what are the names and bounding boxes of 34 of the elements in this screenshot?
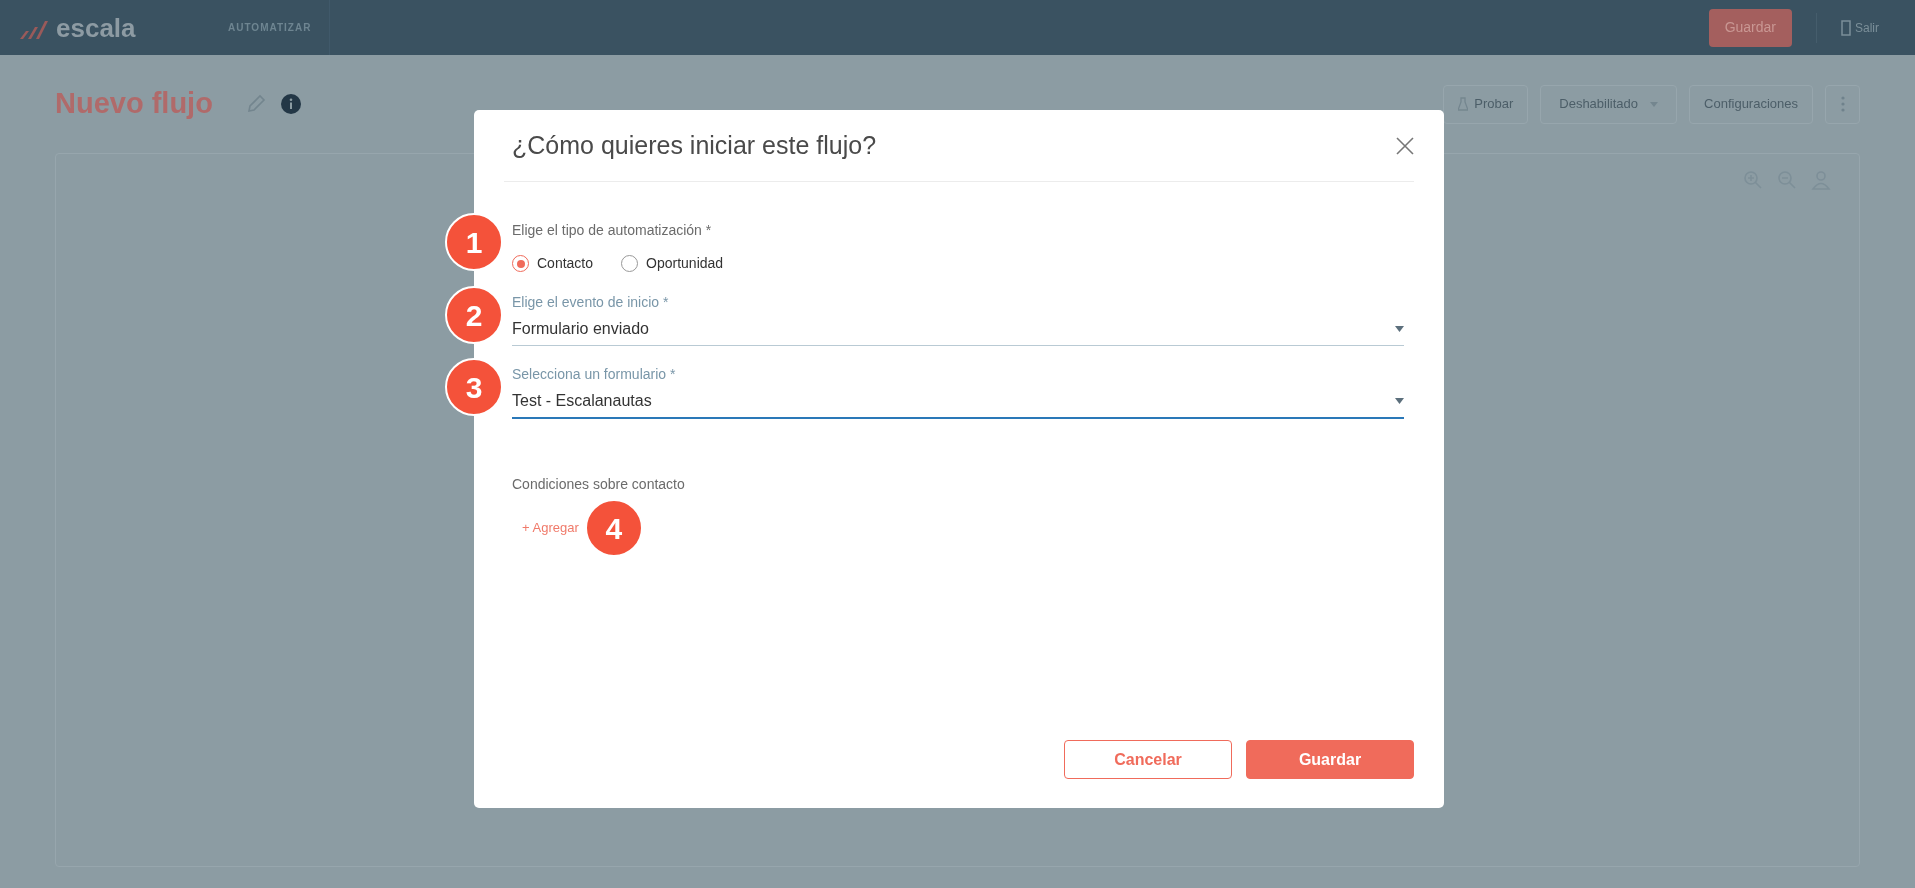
save-button[interactable]: Guardar <box>1708 8 1792 47</box>
caret-icon <box>1650 101 1659 107</box>
page-title: Nuevo flujo <box>55 86 213 122</box>
step-badge: 1 <box>445 213 503 271</box>
close-icon[interactable] <box>1396 136 1414 155</box>
dropdown-arrow-icon <box>1395 398 1404 404</box>
dropdown-arrow-icon <box>1395 326 1404 332</box>
flask-icon <box>1458 97 1469 111</box>
step-badge: 2 <box>445 286 503 344</box>
door-icon <box>1841 19 1851 36</box>
save-button[interactable]: Guardar <box>1246 740 1414 779</box>
radio-option[interactable]: Contacto <box>512 253 594 274</box>
cancel-button[interactable]: Cancelar <box>1064 740 1232 779</box>
status-dropdown[interactable]: Deshabilitado <box>1540 84 1678 124</box>
field-value: Test - Escalanautas <box>512 391 652 411</box>
select-field[interactable]: Elige el evento de inicio * Formulario enviado <box>512 292 1404 346</box>
step-badge: 3 <box>445 358 503 416</box>
logo-text[interactable]: escala <box>56 14 136 41</box>
more-button[interactable] <box>1825 84 1860 124</box>
modal-title: ¿Cómo quieres iniciar este flujo? <box>512 129 877 161</box>
kebab-icon <box>1840 96 1845 112</box>
section-label: Condiciones sobre contacto <box>512 475 686 494</box>
field-label: Elige el tipo de automatización * <box>512 221 713 240</box>
field-label: Elige el evento de inicio * <box>512 293 670 312</box>
add-link[interactable]: + Agregar <box>522 518 579 538</box>
exit-link[interactable]: Salir <box>1841 18 1879 37</box>
step-badge: 4 <box>584 499 643 557</box>
select-field[interactable]: Selecciona un formulario * Test - Escalanautas <box>512 364 1404 419</box>
toolbar-button[interactable]: Configuraciones <box>1689 84 1813 124</box>
info-icon[interactable] <box>280 94 301 114</box>
radio-option[interactable]: Oportunidad <box>621 253 724 274</box>
field-label: Selecciona un formulario * <box>512 365 677 384</box>
toolbar-button[interactable]: Probar <box>1443 84 1529 124</box>
field-value: Formulario enviado <box>512 319 649 339</box>
